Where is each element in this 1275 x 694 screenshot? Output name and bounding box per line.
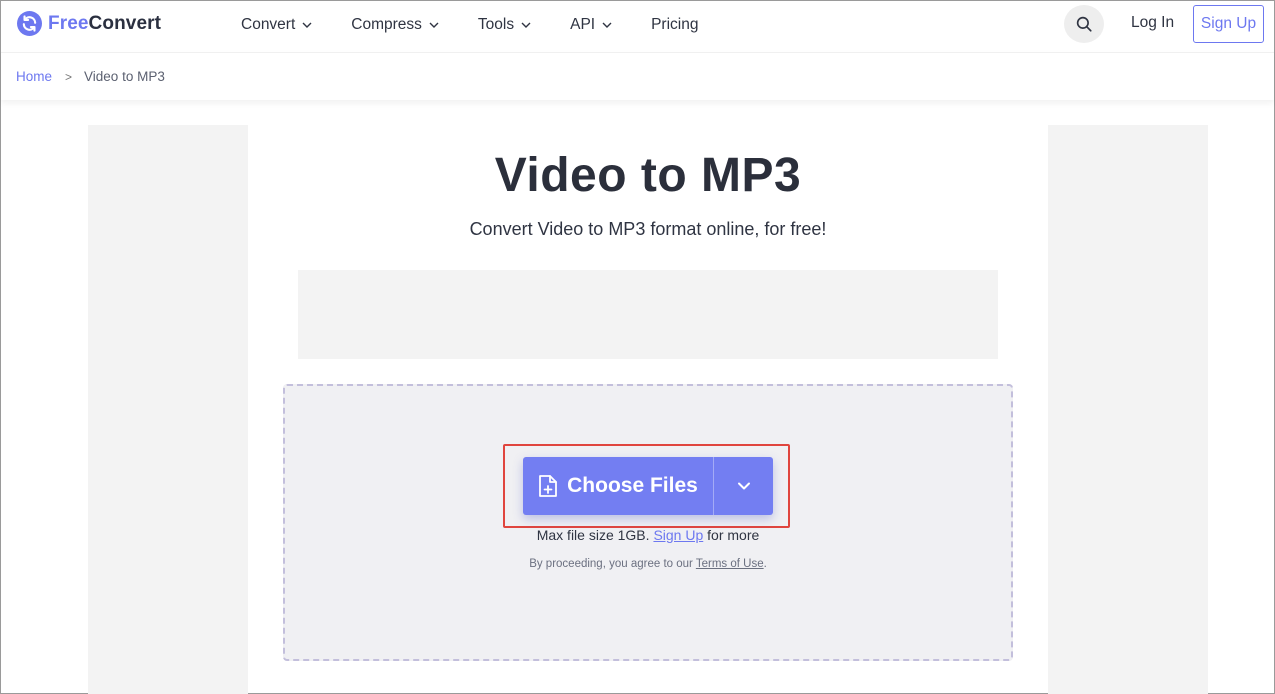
breadcrumb-separator-icon: > <box>65 69 73 84</box>
logo-refresh-icon <box>17 11 42 36</box>
logo-text-free: Free <box>48 12 89 34</box>
chevron-down-icon <box>602 22 612 28</box>
choose-files-button-group: Choose Files <box>523 457 773 515</box>
nav-item-pricing[interactable]: Pricing <box>651 16 698 34</box>
chevron-down-icon <box>521 22 531 28</box>
chevron-down-icon <box>737 482 750 490</box>
nav-item-convert[interactable]: Convert <box>241 16 312 34</box>
chevron-down-icon <box>429 22 439 28</box>
search-button[interactable] <box>1064 5 1104 43</box>
nav-item-label: Compress <box>351 15 422 33</box>
logo-text: FreeConvert <box>48 13 161 35</box>
terms-note: By proceeding, you agree to our Terms of… <box>283 558 1013 570</box>
nav-item-label: Tools <box>477 15 515 33</box>
choose-files-button[interactable]: Choose Files <box>523 457 713 515</box>
breadcrumb-home-link[interactable]: Home <box>16 69 52 84</box>
nav-item-tools[interactable]: Tools <box>478 16 531 34</box>
freeconvert-logo[interactable]: FreeConvert <box>17 11 161 36</box>
ad-banner-placeholder <box>298 270 998 359</box>
breadcrumb: Home > Video to MP3 <box>1 52 1274 100</box>
choose-files-label: Choose Files <box>567 474 698 497</box>
left-ad-panel <box>88 125 248 694</box>
choose-files-dropdown-toggle[interactable] <box>714 457 773 515</box>
max-size-suffix: for more <box>707 527 760 543</box>
search-icon <box>1076 16 1092 32</box>
nav-item-api[interactable]: API <box>570 16 612 34</box>
file-add-icon <box>539 475 558 497</box>
page-title: Video to MP3 <box>494 149 802 202</box>
logo-text-convert: Convert <box>88 12 162 34</box>
top-header: FreeConvert Convert Compress Tools API P… <box>1 1 1274 48</box>
max-file-size-note: Max file size 1GB. Sign Up for more <box>283 527 1013 543</box>
nav-item-label: Pricing <box>651 15 699 33</box>
nav-item-label: API <box>570 15 596 33</box>
terms-suffix: . <box>763 558 767 570</box>
signup-link[interactable]: Sign Up <box>653 527 703 543</box>
main-nav: Convert Compress Tools API Pricing <box>241 1 737 48</box>
chevron-down-icon <box>302 22 312 28</box>
nav-item-compress[interactable]: Compress <box>351 16 439 34</box>
max-size-text: Max file size 1GB. <box>536 527 650 543</box>
terms-text: By proceeding, you agree to our <box>529 558 693 570</box>
right-ad-panel <box>1048 125 1208 694</box>
page-subtitle: Convert Video to MP3 format online, for … <box>469 219 827 239</box>
terms-of-use-link[interactable]: Terms of Use <box>696 558 764 570</box>
nav-item-label: Convert <box>241 15 296 33</box>
breadcrumb-current: Video to MP3 <box>84 69 165 84</box>
signup-button[interactable]: Sign Up <box>1193 5 1264 43</box>
login-link[interactable]: Log In <box>1131 14 1174 32</box>
